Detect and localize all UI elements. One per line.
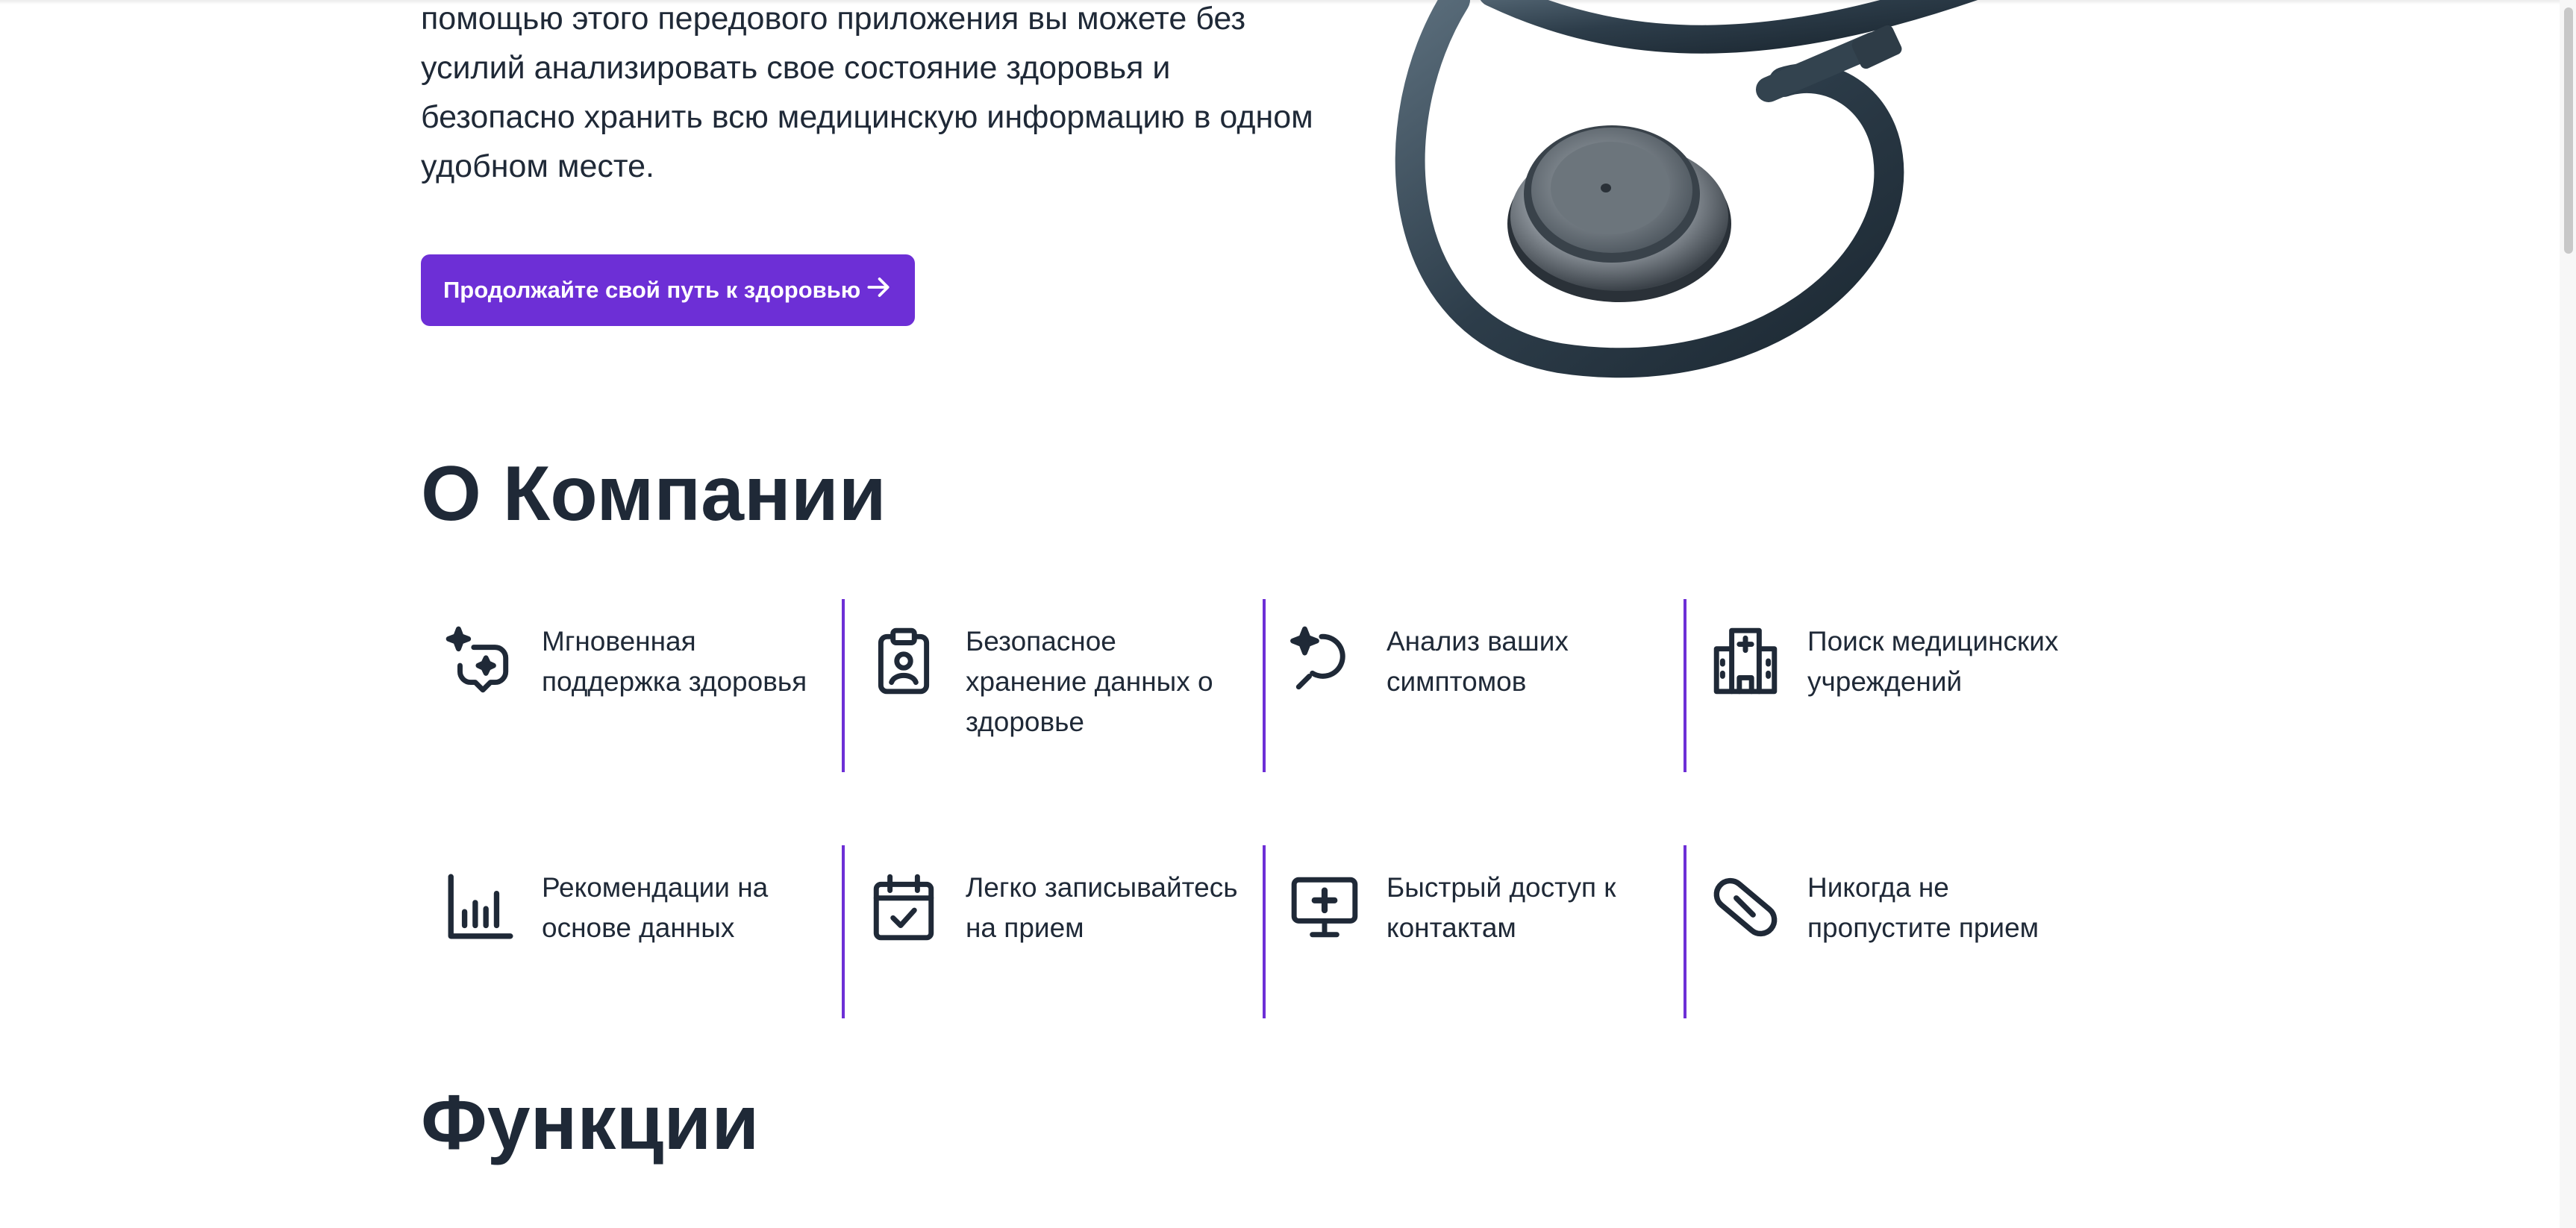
stethoscope-image	[1366, 0, 2022, 388]
page: помощью этого передового приложения вы м…	[0, 0, 2576, 1228]
sparkle-search-icon	[1288, 624, 1361, 698]
scrollbar-thumb[interactable]	[2564, 7, 2573, 254]
feature-item: Быстрый доступ к контактам	[1263, 845, 1684, 1018]
feature-item: Легко записывайтесь на прием	[842, 845, 1263, 1018]
cta-label: Продолжайте свой путь к здоровью	[443, 277, 861, 303]
bar-chart-icon	[443, 871, 516, 944]
feature-row: Рекомендации на основе данных Легко запи…	[421, 845, 2104, 1018]
sparkle-chat-icon	[443, 624, 516, 698]
hero-description: помощью этого передового приложения вы м…	[421, 1, 1313, 184]
feature-label: Анализ ваших симптомов	[1387, 626, 1569, 697]
scrollbar[interactable]	[2560, 0, 2576, 1228]
pill-icon	[1709, 871, 1782, 944]
feature-item: Мгновенная поддержка здоровья	[421, 599, 842, 772]
feature-item: Безопасное хранение данных о здоровье	[842, 599, 1263, 772]
about-title: О Компании	[421, 451, 887, 537]
feature-label: Мгновенная поддержка здоровья	[542, 626, 807, 697]
feature-label: Быстрый доступ к контактам	[1387, 872, 1616, 943]
continue-journey-button[interactable]: Продолжайте свой путь к здоровью	[421, 254, 915, 326]
clipboard-user-icon	[867, 624, 940, 698]
calendar-check-icon	[867, 871, 940, 944]
feature-label: Никогда не пропустите прием	[1807, 872, 2039, 943]
feature-label: Поиск медицинских учреждений	[1807, 626, 2059, 697]
functions-title: Функции	[421, 1080, 760, 1166]
feature-item: Никогда не пропустите прием	[1684, 845, 2104, 1018]
feature-item: Поиск медицинских учреждений	[1684, 599, 2104, 772]
feature-grid: Мгновенная поддержка здоровья Безопасное…	[421, 599, 2104, 1091]
feature-item: Анализ ваших симптомов	[1263, 599, 1684, 772]
feature-item: Рекомендации на основе данных	[421, 845, 842, 1018]
arrow-right-icon	[864, 273, 892, 307]
feature-label: Легко записывайтесь на прием	[966, 872, 1238, 943]
monitor-plus-icon	[1288, 871, 1361, 944]
hospital-icon	[1709, 624, 1782, 698]
feature-row: Мгновенная поддержка здоровья Безопасное…	[421, 599, 2104, 772]
feature-label: Рекомендации на основе данных	[542, 872, 769, 943]
feature-label: Безопасное хранение данных о здоровье	[966, 626, 1213, 737]
